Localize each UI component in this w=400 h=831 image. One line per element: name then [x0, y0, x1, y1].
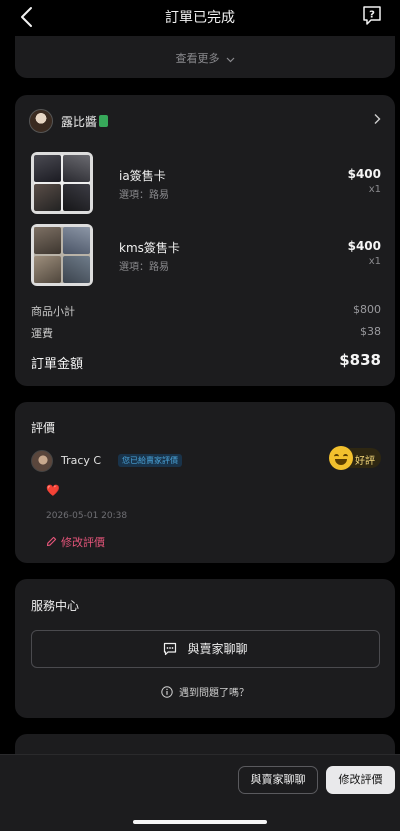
see-more-link[interactable]: 查看更多: [15, 50, 395, 66]
product-name: ia簽售卡: [119, 169, 166, 183]
product-price: $400: [347, 167, 381, 181]
product-thumbnail: [31, 152, 93, 214]
seller-avatar: [29, 109, 53, 133]
rating-label: 好評: [355, 456, 375, 467]
chat-with-seller-button[interactable]: 與賣家聊聊: [31, 630, 380, 668]
product-option: 選項：路易: [119, 190, 169, 201]
service-center-title: 服務中心: [31, 599, 80, 613]
shipping-label: 運費: [31, 327, 53, 340]
review-card: 評價 Tracy C 您已給賣家評價 好評 ❤️ 2026-05-01 20:3…: [15, 402, 395, 563]
order-info-card: 查看更多: [15, 36, 395, 78]
edit-review-label: 修改評價: [61, 536, 105, 549]
subtotal-row: 商品小計 $800: [31, 303, 381, 319]
chat-with-seller-label: 與賣家聊聊: [187, 642, 248, 656]
info-icon: [161, 686, 173, 698]
bottom-action-bar: 與賣家聊聊 修改評價: [0, 754, 400, 831]
total-value: $838: [339, 351, 381, 369]
seller-name: 露比醬: [61, 113, 109, 130]
problem-help-link[interactable]: 遇到問題了嗎？: [15, 684, 395, 699]
product-item[interactable]: kms簽售卡 選項：路易 $400 x1: [31, 224, 381, 286]
bottom-chat-button[interactable]: 與賣家聊聊: [238, 766, 318, 794]
see-more-label: 查看更多: [175, 52, 220, 65]
shipping-row: 運費 $38: [31, 325, 381, 341]
chevron-right-icon: [374, 114, 381, 124]
seller-name-text: 露比醬: [61, 115, 98, 129]
product-item[interactable]: ia簽售卡 選項：路易 $400 x1: [31, 152, 381, 214]
help-button[interactable]: ?: [362, 5, 382, 27]
reviewer-name: Tracy C: [61, 454, 102, 467]
review-date: 2026-05-01 20:38: [46, 511, 128, 521]
total-label: 訂單金額: [31, 357, 84, 372]
subtotal-label: 商品小計: [31, 305, 75, 318]
review-status-badge: 您已給賣家評價: [118, 454, 182, 467]
drink-emoji-icon: [99, 115, 109, 127]
edit-review-link[interactable]: 修改評價: [46, 534, 105, 550]
review-comment: ❤️: [46, 484, 60, 497]
seller-row[interactable]: 露比醬: [29, 109, 381, 133]
home-indicator: [133, 820, 267, 824]
svg-text:?: ?: [369, 10, 375, 21]
subtotal-value: $800: [353, 303, 381, 316]
product-quantity: x1: [368, 256, 381, 267]
product-quantity: x1: [368, 184, 381, 195]
reviewer-avatar: [31, 450, 53, 472]
chat-bubble-icon: [164, 642, 177, 656]
service-center-card: 服務中心 與賣家聊聊 遇到問題了嗎？: [15, 579, 395, 718]
shipping-value: $38: [360, 325, 381, 338]
smiley-face-icon: [329, 446, 353, 470]
bottom-edit-review-button[interactable]: 修改評價: [326, 766, 395, 794]
top-nav-bar: 訂單已完成 ?: [0, 0, 400, 36]
help-question-icon: ?: [363, 6, 381, 25]
product-price: $400: [347, 239, 381, 253]
rating-badge: 好評: [329, 446, 381, 470]
product-name: kms簽售卡: [119, 241, 180, 255]
review-section-title: 評價: [31, 421, 56, 435]
page-title: 訂單已完成: [165, 10, 235, 26]
order-detail-card: 露比醬 ia簽售卡 選項：路易 $400 x1 kms簽售卡 選項：路易 $40…: [15, 95, 395, 386]
pencil-icon: [46, 536, 57, 547]
product-option: 選項：路易: [119, 262, 169, 273]
product-thumbnail: [31, 224, 93, 286]
chevron-down-icon: [226, 57, 234, 63]
total-row: 訂單金額 $838: [31, 351, 381, 372]
problem-help-label: 遇到問題了嗎？: [179, 688, 249, 699]
